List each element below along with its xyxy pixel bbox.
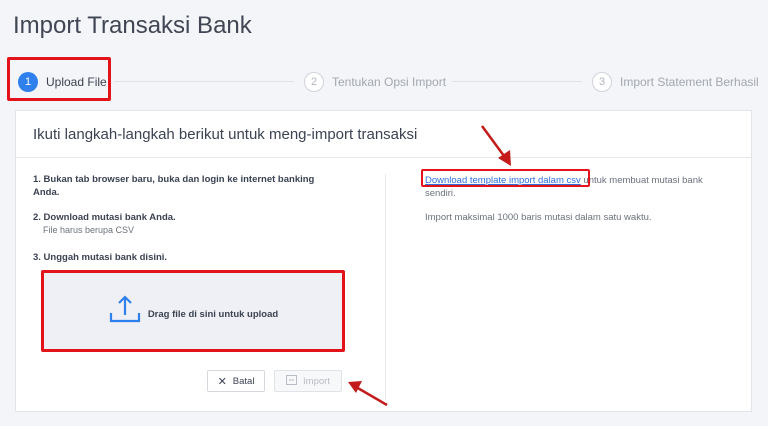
- step-connector: [452, 81, 582, 82]
- instruction-step-2: 2. Download mutasi bank Anda.: [33, 212, 176, 223]
- import-button-label: Import: [303, 375, 330, 387]
- close-icon: ✕: [217, 375, 227, 388]
- step-opsi-import[interactable]: 2 Tentukan Opsi Import: [304, 70, 446, 94]
- step-number-3: 3: [592, 72, 612, 92]
- instruction-step-3: 3. Unggah mutasi bank disini.: [33, 252, 168, 263]
- import-icon: [286, 374, 298, 388]
- import-stepper: 1 Upload File 2 Tentukan Opsi Import 3 I…: [0, 0, 768, 110]
- card-header: Ikuti langkah-langkah berikut untuk meng…: [16, 111, 751, 158]
- highlight-download-link: [421, 169, 590, 187]
- step-import-berhasil[interactable]: 3 Import Statement Berhasil: [592, 70, 759, 94]
- instruction-step-2-note: File harus berupa CSV: [43, 225, 135, 235]
- step-number-2: 2: [304, 72, 324, 92]
- cancel-button-label: Batal: [232, 375, 255, 387]
- import-limit-note: Import maksimal 1000 baris mutasi dalam …: [425, 212, 652, 223]
- import-card: Ikuti langkah-langkah berikut untuk meng…: [15, 110, 752, 412]
- cancel-button[interactable]: ✕ Batal: [207, 370, 265, 392]
- step-label-opsi-import: Tentukan Opsi Import: [332, 75, 447, 89]
- import-button[interactable]: Import: [274, 370, 342, 392]
- instruction-step-1: 1. Bukan tab browser baru, buka dan logi…: [33, 174, 315, 198]
- step-label-import-berhasil: Import Statement Berhasil: [620, 75, 759, 89]
- highlight-upload-step: [7, 57, 111, 101]
- highlight-dropzone: [41, 270, 345, 352]
- step-connector: [114, 81, 294, 82]
- column-divider: [385, 174, 386, 400]
